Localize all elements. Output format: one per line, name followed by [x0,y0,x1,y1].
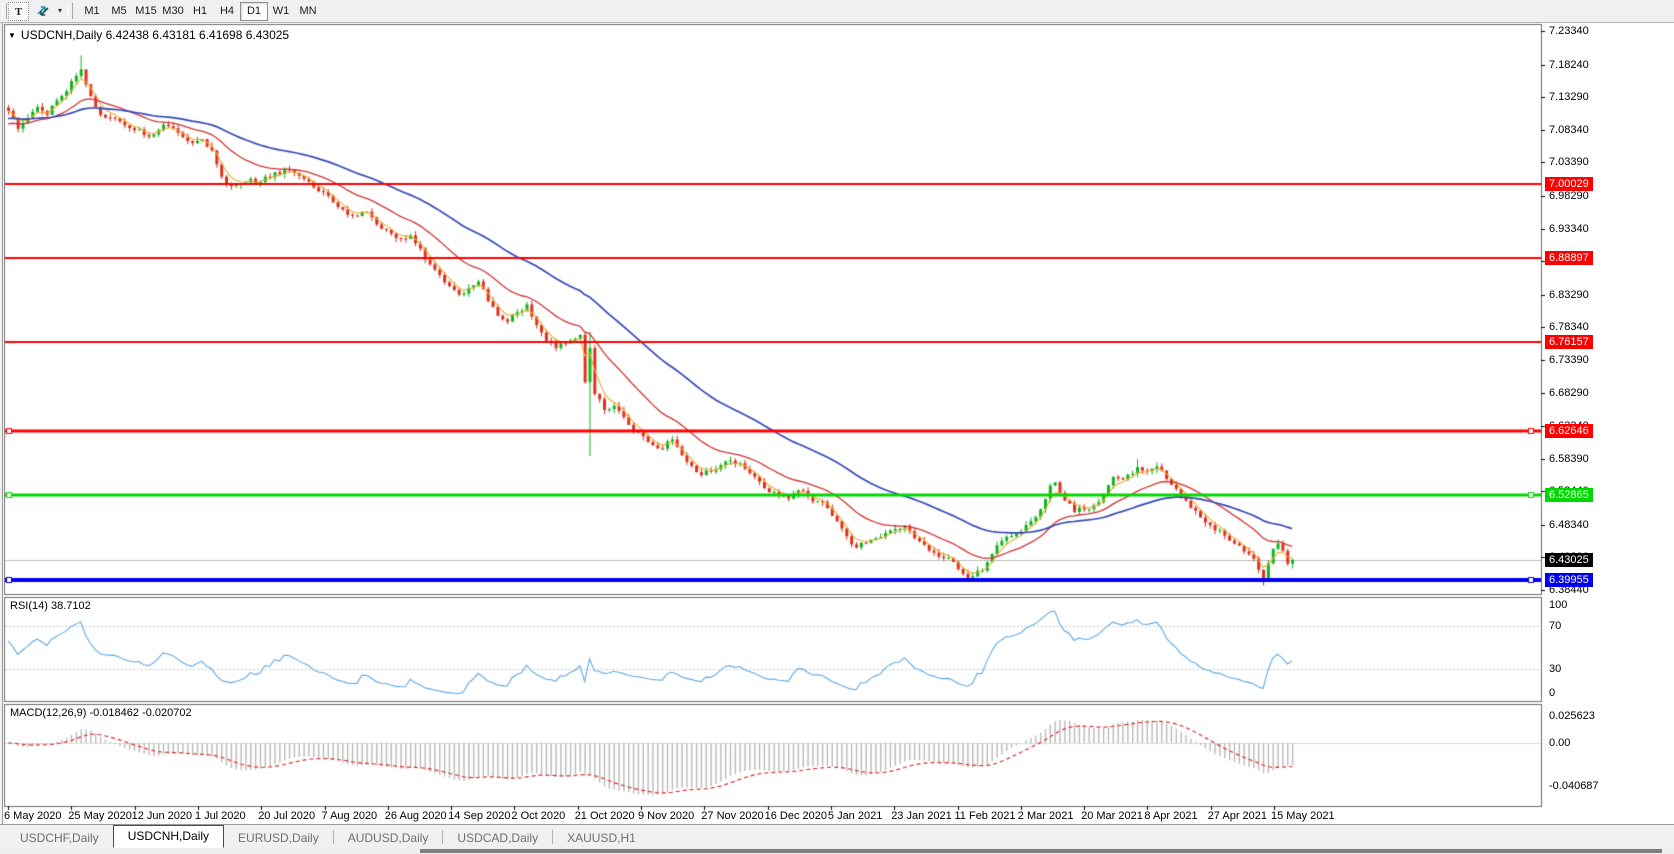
price-axis-tick-label: 6.98290 [1549,190,1589,202]
chart-tab-bar: USDCHF,DailyUSDCNH,DailyEURUSD,DailyAUDU… [0,824,1674,848]
date-axis-label: 27 Apr 2021 [1208,810,1267,822]
rsi-indicator-label: RSI(14) 38.7102 [10,600,91,612]
current-price-label: 6.43025 [1545,553,1593,567]
date-axis-label: 5 Jan 2021 [828,810,882,822]
date-axis-label: 16 Dec 2020 [765,810,827,822]
text-tool-button[interactable]: T [8,2,29,21]
date-axis-label: 14 Sep 2020 [448,810,510,822]
price-axis-tick-label: 6.68290 [1549,387,1589,399]
date-axis-label: 26 Aug 2020 [385,810,447,822]
price-axis-tick-label: 6.78340 [1549,321,1589,333]
macd-indicator-label: MACD(12,26,9) -0.018462 -0.020702 [10,707,192,719]
chart-canvas[interactable] [0,0,1674,854]
macd-axis-label: 0.025623 [1549,710,1595,722]
date-axis-label: 27 Nov 2020 [701,810,763,822]
toolbar-grip[interactable] [68,3,73,19]
date-axis-label: 6 May 2020 [4,810,61,822]
timeframe-m1[interactable]: M1 [78,2,106,21]
timeframe-h4[interactable]: H4 [213,2,241,21]
timeframe-m30[interactable]: M30 [159,2,187,21]
tab-usdcad-daily[interactable]: USDCAD,Daily [443,828,552,848]
timeframe-mn[interactable]: MN [294,2,322,21]
rsi-axis-label: 30 [1549,663,1561,675]
date-axis-label: 11 Feb 2021 [955,810,1016,822]
timeframe-h1[interactable]: H1 [186,2,214,21]
timeframe-w1[interactable]: W1 [267,2,295,21]
date-axis-label: 20 Mar 2021 [1081,810,1143,822]
tab-usdcnh-daily[interactable]: USDCNH,Daily [113,825,224,848]
price-axis-tick-label: 6.48340 [1549,519,1589,531]
timeframe-m15[interactable]: M15 [132,2,160,21]
date-axis-label: 25 May 2020 [68,810,132,822]
tab-usdchf-daily[interactable]: USDCHF,Daily [6,828,113,848]
macd-axis-label: 0.00 [1549,737,1570,749]
rsi-axis-label: 100 [1549,599,1567,611]
hline-price-label: 6.39955 [1545,573,1593,587]
price-axis-tick-label: 7.13290 [1549,91,1589,103]
price-axis-tick-label: 6.83290 [1549,289,1589,301]
chart-dropdown-icon[interactable]: ▼ [8,31,16,40]
tab-audusd-daily[interactable]: AUDUSD,Daily [334,828,443,848]
date-axis-label: 12 Jun 2020 [132,810,193,822]
price-axis-tick-label: 6.73390 [1549,354,1589,366]
price-axis-tick-label: 6.93340 [1549,223,1589,235]
macd-axis-label: -0.040687 [1549,780,1599,792]
date-axis-label: 2 Mar 2021 [1018,810,1074,822]
date-axis-label: 2 Oct 2020 [511,810,565,822]
timeframe-m5[interactable]: M5 [105,2,133,21]
dropdown-arrow-icon[interactable]: ▾ [55,2,65,19]
price-axis-tick-label: 7.03390 [1549,156,1589,168]
hline-price-label: 6.52865 [1545,488,1593,502]
mt4-terminal: { "toolbar": { "tools": [ {"name": "text… [0,0,1674,854]
toolbar: T ▾ M1M5M15M30H1H4D1W1MN [0,0,1674,23]
price-axis-tick-label: 7.08340 [1549,124,1589,136]
chart-title: ▼ USDCNH,Daily 6.42438 6.43181 6.41698 6… [8,28,289,42]
rsi-axis-label: 70 [1549,620,1561,632]
horizontal-scrollbar[interactable] [0,848,1674,854]
hline-price-label: 6.88897 [1545,251,1593,265]
date-axis-label: 1 Jul 2020 [195,810,246,822]
date-axis-label: 9 Nov 2020 [638,810,694,822]
toolbar-grip[interactable] [2,3,7,19]
tab-eurusd-daily[interactable]: EURUSD,Daily [224,828,333,848]
date-axis-label: 8 Apr 2021 [1144,810,1197,822]
rsi-axis-label: 0 [1549,687,1555,699]
tab-xauusd-h1[interactable]: XAUUSD,H1 [553,828,650,848]
date-axis-label: 20 Jul 2020 [258,810,315,822]
scrollbar-thumb[interactable] [420,849,1662,853]
date-axis-label: 15 May 2021 [1271,810,1335,822]
hline-price-label: 6.62646 [1545,424,1593,438]
price-axis-tick-label: 6.58390 [1549,453,1589,465]
hline-price-label: 7.00029 [1545,177,1593,191]
chart-title-text: USDCNH,Daily 6.42438 6.43181 6.41698 6.4… [21,28,289,42]
cycle-symbols-icon[interactable] [33,2,53,19]
hline-price-label: 6.76157 [1545,335,1593,349]
date-axis-label: 21 Oct 2020 [575,810,635,822]
price-axis-tick-label: 7.23340 [1549,25,1589,37]
date-axis-label: 7 Aug 2020 [322,810,378,822]
timeframe-d1[interactable]: D1 [240,2,268,21]
price-axis-tick-label: 7.18240 [1549,59,1589,71]
date-axis-label: 23 Jan 2021 [891,810,952,822]
